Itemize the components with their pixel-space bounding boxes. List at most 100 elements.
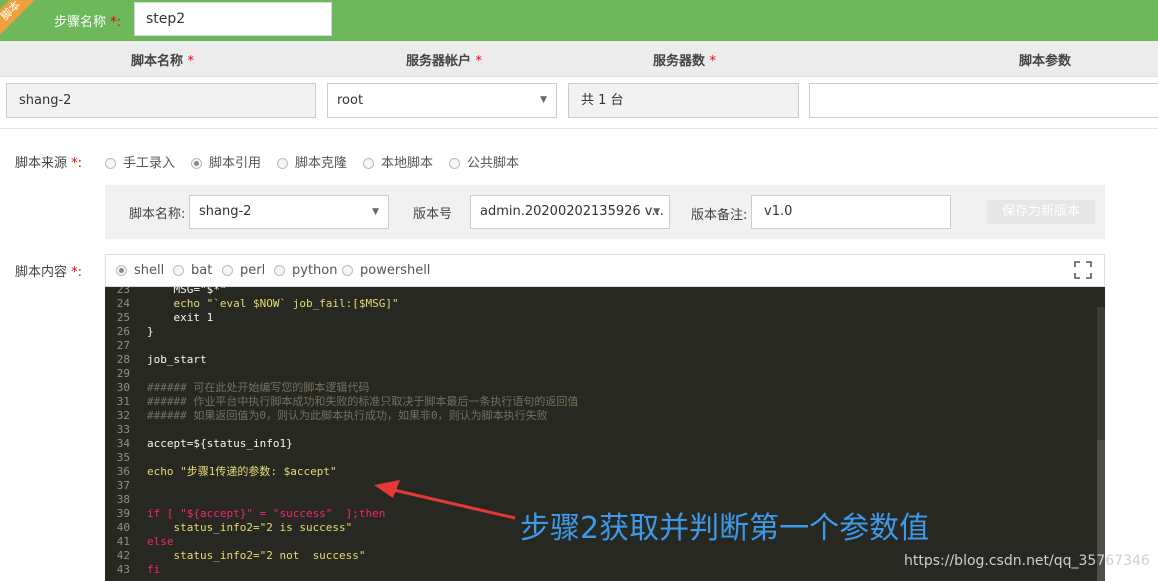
radio-selected-icon[interactable] (116, 265, 127, 276)
required-mark: *: (110, 15, 122, 30)
step-name-input[interactable]: step2 (134, 2, 332, 36)
col-account: 服务器帐户 * (406, 50, 482, 69)
source-option-manual[interactable]: 手工录入 (105, 152, 175, 171)
watermark: https://blog.csdn.net/qq_35767346 (904, 553, 1150, 569)
code-text: exit 1 (147, 311, 214, 324)
line-number: 43 (116, 563, 130, 576)
line-number: 41 (116, 535, 130, 548)
radio-icon[interactable] (277, 158, 288, 169)
ref-script-name-select[interactable]: shang-2 ▼ (189, 195, 389, 229)
source-option-local[interactable]: 本地脚本 (363, 152, 433, 171)
line-number: 39 (116, 507, 130, 520)
save-new-version-button[interactable]: 保存为新版本 (987, 200, 1095, 224)
line-number: 42 (116, 549, 130, 562)
lang-option-label: perl (240, 263, 266, 278)
chevron-down-icon: ▼ (540, 95, 547, 105)
params-input[interactable] (809, 83, 1158, 118)
col-script-name-text: 脚本名称 (131, 54, 184, 69)
source-option-label: 脚本引用 (209, 156, 262, 171)
line-number: 25 (116, 311, 130, 324)
code-text: job_start (147, 353, 207, 366)
chevron-down-icon: ▼ (653, 207, 660, 217)
code-text: status_info2="2 is success" (147, 521, 353, 534)
required-mark: * (709, 54, 717, 69)
annotation-text: 步骤2获取并判断第一个参数值 (520, 511, 930, 546)
col-server-count: 服务器数 * (653, 50, 716, 69)
chevron-down-icon: ▼ (372, 207, 379, 217)
lang-option-powershell[interactable]: powershell (342, 263, 430, 278)
lang-option-label: python (292, 263, 338, 278)
account-select[interactable]: root ▼ (327, 83, 557, 118)
radio-icon[interactable] (342, 265, 353, 276)
version-value: admin.20200202135926 v... (480, 204, 664, 219)
code-text: } (147, 325, 154, 338)
code-text: else (147, 535, 174, 548)
radio-icon[interactable] (363, 158, 374, 169)
code-text: MSG="$*" (147, 287, 227, 296)
step-name-label-text: 步骤名称 (54, 15, 107, 30)
code-text: accept=${status_info1} (147, 437, 293, 450)
source-option-clone[interactable]: 脚本克隆 (277, 152, 347, 171)
source-option-label: 本地脚本 (381, 156, 434, 171)
radio-icon[interactable] (274, 265, 285, 276)
line-number: 31 (116, 395, 130, 408)
script-source-label-text: 脚本来源 (15, 156, 68, 171)
line-number: 38 (116, 493, 130, 506)
line-number: 36 (116, 465, 130, 478)
required-mark: * (475, 54, 483, 69)
line-number: 35 (116, 451, 130, 464)
code-text: fi (147, 563, 161, 576)
radio-icon[interactable] (173, 265, 184, 276)
version-remark-input[interactable]: v1.0 (751, 195, 951, 229)
line-number: 29 (116, 367, 130, 380)
line-number: 40 (116, 521, 130, 534)
code-text: ###### 作业平台中执行脚本成功和失败的标准只取决于脚本最后一条执行语句的返… (147, 395, 579, 408)
script-content-label: 脚本内容 *: (15, 261, 82, 280)
step-name-label: 步骤名称 *: (54, 11, 121, 30)
code-text: if [ "${accept}" = "success" ];then (147, 507, 386, 520)
line-number: 33 (116, 423, 130, 436)
col-server-count-text: 服务器数 (653, 54, 706, 69)
source-option-label: 脚本克隆 (295, 156, 348, 171)
lang-option-perl[interactable]: perl (222, 263, 265, 278)
source-option-label: 手工录入 (123, 156, 176, 171)
version-select[interactable]: admin.20200202135926 v... ▼ (470, 195, 670, 229)
line-number: 28 (116, 353, 130, 366)
lang-option-shell[interactable]: shell (116, 263, 164, 278)
radio-selected-icon[interactable] (191, 158, 202, 169)
code-text: echo "`eval $NOW` job_fail:[$MSG]" (147, 297, 399, 310)
line-number: 24 (116, 297, 130, 310)
script-content-label-text: 脚本内容 (15, 265, 68, 280)
required-mark: *: (71, 156, 83, 171)
lang-option-label: bat (191, 263, 213, 278)
lang-option-python[interactable]: python (274, 263, 337, 278)
radio-icon[interactable] (105, 158, 116, 169)
annotation-arrow (374, 480, 516, 520)
source-option-public[interactable]: 公共脚本 (449, 152, 519, 171)
lang-option-label: shell (134, 263, 165, 278)
line-number: 32 (116, 409, 130, 422)
col-account-text: 服务器帐户 (406, 54, 472, 69)
col-script-name: 脚本名称 * (131, 50, 194, 69)
code-text: echo "步骤1传递的参数: $accept" (147, 465, 337, 478)
line-number: 26 (116, 325, 130, 338)
code-text: ###### 可在此处开始编写您的脚本逻辑代码 (147, 381, 370, 394)
radio-icon[interactable] (449, 158, 460, 169)
line-number: 34 (116, 437, 130, 450)
fullscreen-icon[interactable] (1073, 260, 1093, 280)
radio-icon[interactable] (222, 265, 233, 276)
source-option-reference[interactable]: 脚本引用 (191, 152, 261, 171)
code-text: ###### 如果返回值为0，则认为此脚本执行成功，如果非0，则认为脚本执行失败 (147, 409, 548, 422)
line-number: 37 (116, 479, 130, 492)
required-mark: * (187, 54, 195, 69)
code-text: status_info2="2 not success" (147, 549, 366, 562)
ref-script-name-value: shang-2 (199, 204, 252, 219)
script-source-label: 脚本来源 *: (15, 152, 82, 171)
version-label: 版本号 (413, 207, 453, 222)
lang-option-bat[interactable]: bat (173, 263, 212, 278)
fullscreen-icon-svg (1074, 261, 1092, 279)
col-params: 脚本参数 (1019, 50, 1071, 69)
server-count-field[interactable]: 共 1 台 (568, 83, 799, 118)
lang-option-label: powershell (360, 263, 431, 278)
line-number: 27 (116, 339, 130, 352)
